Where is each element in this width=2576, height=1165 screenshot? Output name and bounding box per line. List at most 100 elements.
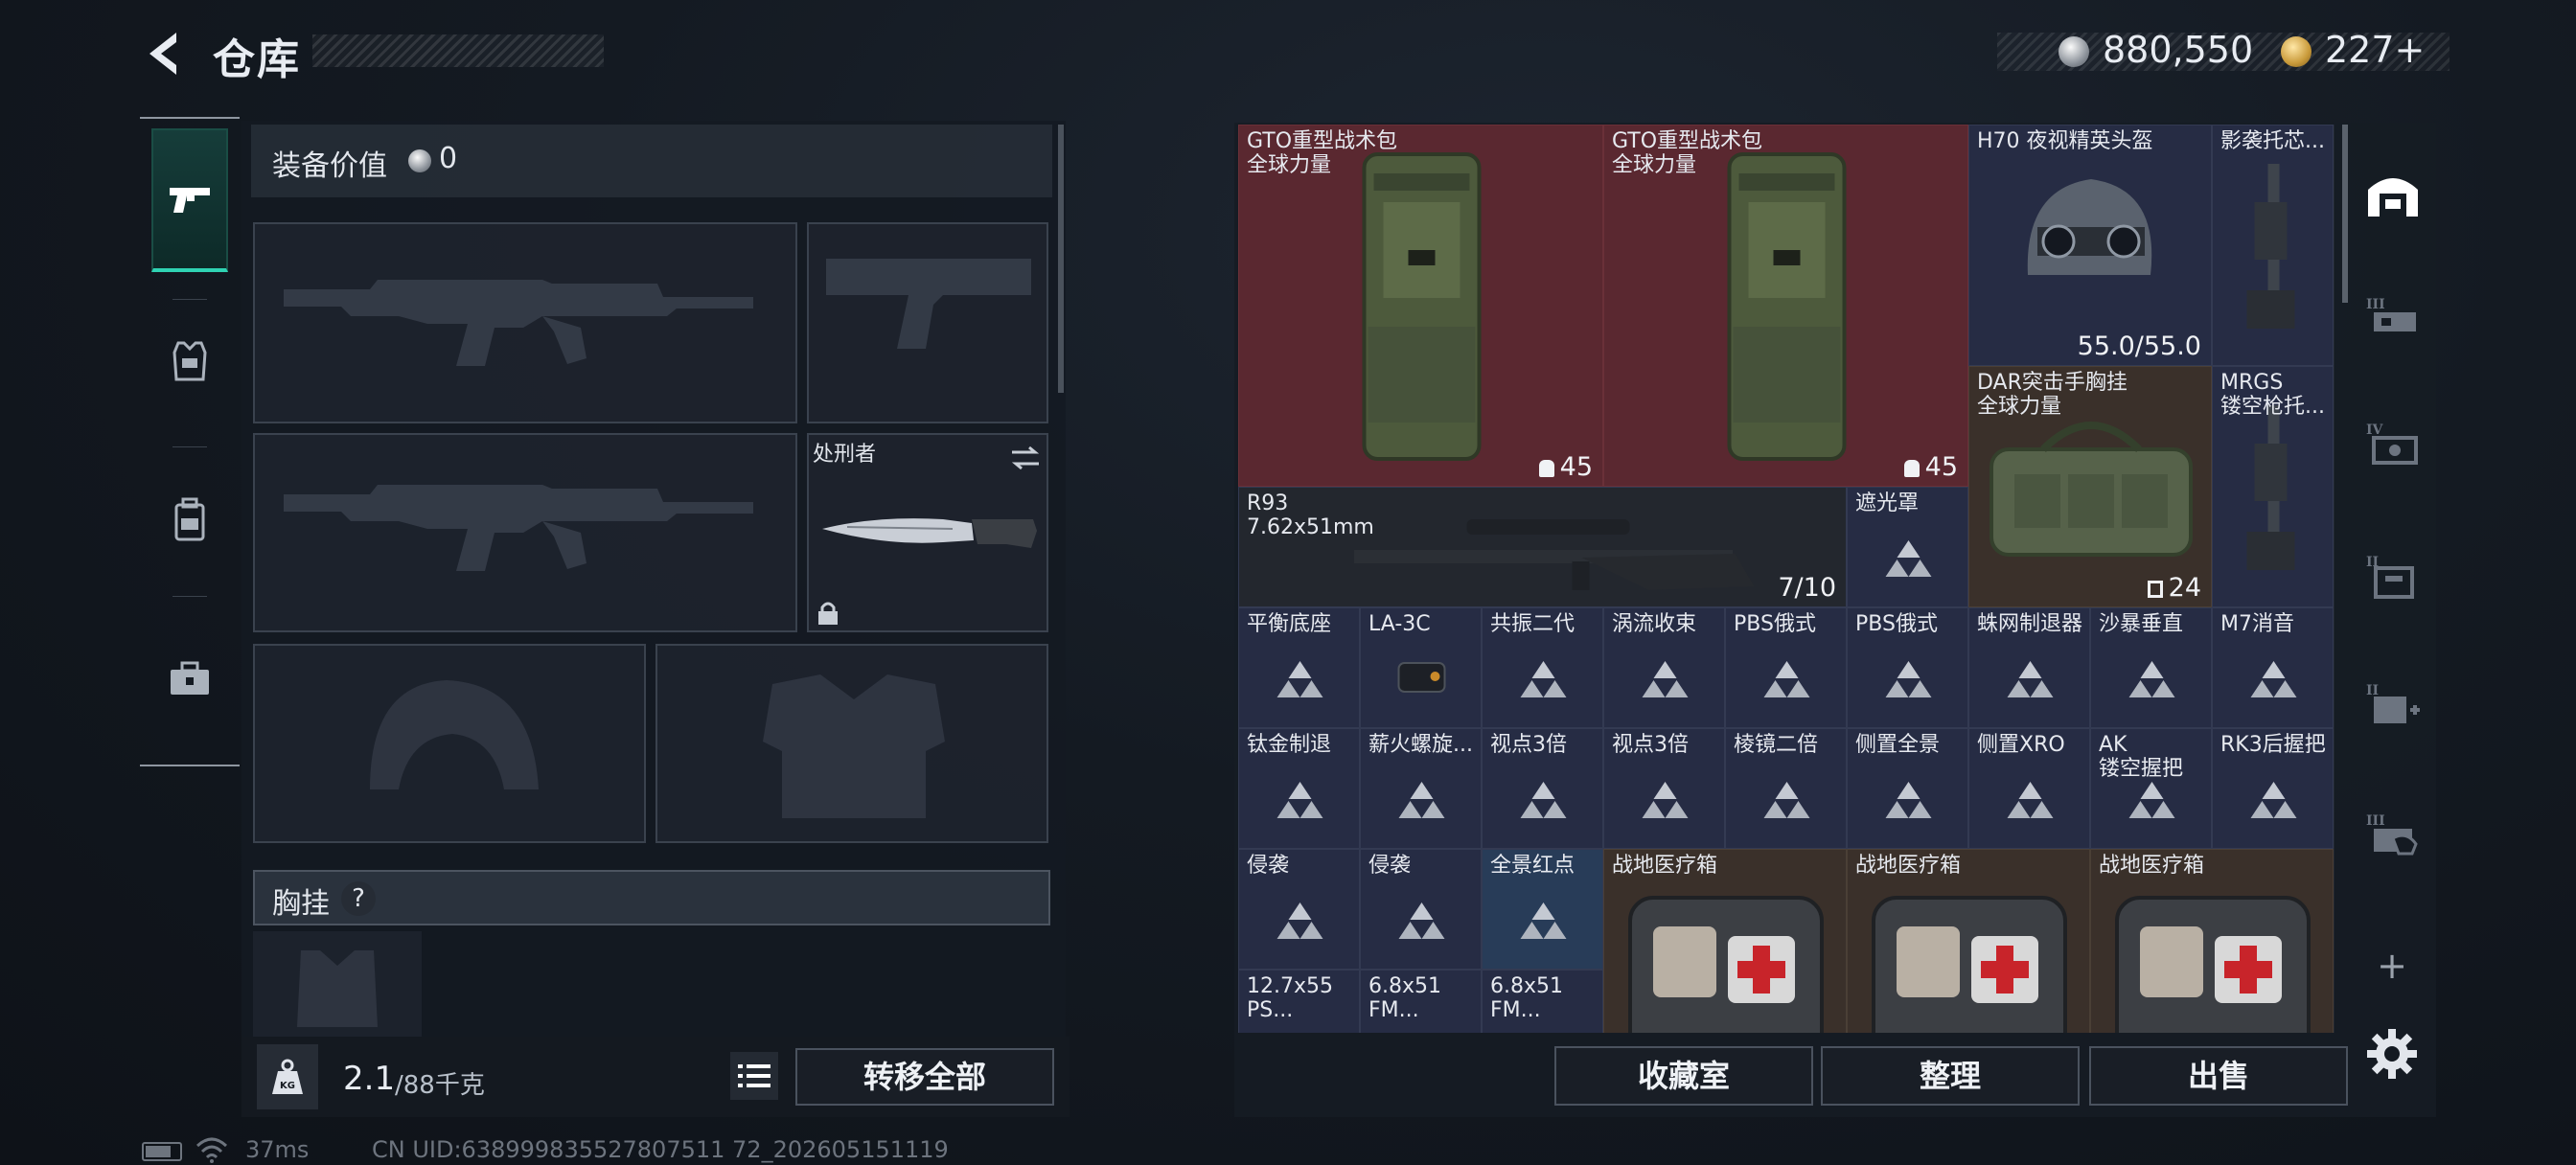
helmet-silhouette-icon: [370, 680, 539, 789]
storage-item[interactable]: 战地医疗箱: [1847, 849, 2090, 1033]
list-view-button[interactable]: [730, 1052, 778, 1100]
storage-item[interactable]: AK 镂空握把: [2090, 728, 2212, 849]
battery-icon: [142, 1142, 182, 1161]
item-name: R93 7.62x51mm: [1247, 491, 1374, 539]
item-name: 战地医疗箱: [1612, 854, 1718, 878]
primary-weapon-slot-2[interactable]: [253, 433, 797, 632]
storage-item[interactable]: 12.7x55 PS...: [1238, 970, 1360, 1033]
help-button[interactable]: ?: [341, 881, 376, 916]
storage-item[interactable]: 战地医疗箱: [1603, 849, 1847, 1033]
equipment-value-label: 装备价值: [272, 149, 387, 183]
item-name: 6.8x51 FM...: [1368, 974, 1442, 1022]
storage-tab-medical[interactable]: II: [2354, 663, 2432, 747]
knife-icon: [822, 518, 1037, 548]
item-name: 12.7x55 PS...: [1247, 974, 1333, 1022]
chest-rig-slot[interactable]: [253, 931, 422, 1037]
back-arrow-icon: [150, 33, 176, 75]
storage-item[interactable]: 棱镜二倍: [1725, 728, 1847, 849]
storage-item[interactable]: H70 夜视精英头盔 55.0/55.0: [1968, 125, 2212, 366]
storage-item[interactable]: 全景红点: [1482, 849, 1603, 970]
item-name: PBS俄式: [1734, 612, 1816, 636]
vest-silhouette-icon: [763, 674, 945, 818]
storage-item[interactable]: 遮光罩: [1847, 487, 1968, 607]
storage-tab-main[interactable]: [2354, 151, 2432, 236]
equipment-value: 0: [439, 142, 458, 175]
item-name: 侵袭: [1247, 854, 1290, 878]
loadout-scrollbar[interactable]: [1058, 125, 1064, 393]
storage-item[interactable]: 侵袭: [1238, 849, 1360, 970]
storage-item[interactable]: GTO重型战术包 全球力量 45: [1238, 125, 1603, 487]
item-name: 视点3倍: [1612, 733, 1689, 757]
helmet-slot[interactable]: [253, 644, 646, 843]
storage-item[interactable]: DAR突击手胸挂 全球力量 24: [1968, 366, 2212, 607]
storage-item[interactable]: 薪火螺旋...: [1360, 728, 1482, 849]
storage-item[interactable]: GTO重型战术包 全球力量 45: [1603, 125, 1968, 487]
storage-item[interactable]: 6.8x51 FM...: [1360, 970, 1482, 1033]
page-title: 仓库: [213, 35, 301, 84]
storage-item[interactable]: 6.8x51 FM...: [1482, 970, 1603, 1033]
rifle-silhouette-icon: [284, 280, 753, 366]
pistol-slot[interactable]: [807, 222, 1048, 423]
item-name: 棱镜二倍: [1734, 733, 1819, 757]
gold-amount[interactable]: 227+: [2325, 29, 2425, 71]
wifi-icon: [196, 1137, 228, 1163]
tab-armor[interactable]: [151, 289, 228, 433]
rifle-silhouette-icon: [284, 485, 753, 571]
item-name: LA-3C: [1368, 612, 1431, 636]
primary-weapon-slot-1[interactable]: [253, 222, 797, 423]
storage-item[interactable]: 侧置全景: [1847, 728, 1968, 849]
sell-button[interactable]: 出售: [2089, 1046, 2348, 1106]
night-vision-helmet-icon: [2027, 179, 2152, 275]
sort-button[interactable]: 整理: [1821, 1046, 2080, 1106]
user-uid: CN UID:638999835527807511 72_20260515111…: [372, 1136, 949, 1163]
storage-tab-hand[interactable]: III: [2354, 793, 2432, 878]
transfer-all-button[interactable]: 转移全部: [795, 1048, 1054, 1106]
storage-item[interactable]: 平衡底座: [1238, 607, 1360, 728]
tab-supplies[interactable]: [151, 607, 228, 751]
item-name: PBS俄式: [1855, 612, 1938, 636]
item-name: 涡流收束: [1612, 612, 1697, 636]
item-name: GTO重型战术包 全球力量: [1247, 129, 1398, 177]
storage-item[interactable]: 视点3倍: [1482, 728, 1603, 849]
storage-item[interactable]: 沙暴垂直: [2090, 607, 2212, 728]
tab-backpacks[interactable]: [151, 448, 228, 592]
storage-item[interactable]: 侧置XRO: [1968, 728, 2090, 849]
storage-tab-4[interactable]: IV: [2354, 402, 2432, 487]
storage-item[interactable]: M7消音: [2212, 607, 2334, 728]
body-armor-slot[interactable]: [656, 644, 1048, 843]
storage-tab-3[interactable]: III: [2354, 274, 2432, 358]
storage-item[interactable]: 蛛网制退器: [1968, 607, 2090, 728]
storage-item[interactable]: 侵袭: [1360, 849, 1482, 970]
pistol-silhouette-icon: [826, 259, 1031, 349]
vest-small-icon: [2147, 580, 2163, 598]
item-name: 蛛网制退器: [1977, 612, 2083, 636]
storage-item[interactable]: PBS俄式: [1847, 607, 1968, 728]
gear-icon[interactable]: [2365, 1027, 2419, 1081]
storage-item[interactable]: RK3后握把: [2212, 728, 2334, 849]
collection-room-button[interactable]: 收藏室: [1554, 1046, 1813, 1106]
add-storage-button[interactable]: +: [2373, 947, 2411, 985]
item-name: 全景红点: [1490, 854, 1576, 878]
storage-item[interactable]: MRGS 镂空枪托...: [2212, 366, 2334, 607]
item-name: 影袭托芯...: [2220, 129, 2325, 153]
storage-tab-2[interactable]: II: [2354, 535, 2432, 619]
storage-item[interactable]: 涡流收束: [1603, 607, 1725, 728]
storage-item[interactable]: 共振二代: [1482, 607, 1603, 728]
storage-item[interactable]: 影袭托芯...: [2212, 125, 2334, 366]
storage-item[interactable]: 视点3倍: [1603, 728, 1725, 849]
storage-item[interactable]: R93 7.62x51mm 7/10: [1238, 487, 1847, 607]
storage-scrollbar[interactable]: [2342, 125, 2348, 303]
item-name: GTO重型战术包 全球力量: [1612, 129, 1763, 177]
storage-item[interactable]: LA-3C: [1360, 607, 1482, 728]
storage-item[interactable]: PBS俄式: [1725, 607, 1847, 728]
svg-text:IV: IV: [2366, 423, 2384, 438]
item-name: 战地医疗箱: [2099, 854, 2205, 878]
storage-item[interactable]: 钛金制退: [1238, 728, 1360, 849]
weight-current: 2.1: [343, 1060, 396, 1098]
backpack-icon: [174, 497, 205, 541]
item-name: 遮光罩: [1855, 491, 1920, 515]
back-button[interactable]: [140, 29, 184, 79]
storage-item[interactable]: 战地医疗箱: [2090, 849, 2334, 1033]
pistol-icon: [170, 188, 210, 213]
tab-weapons[interactable]: [151, 128, 228, 272]
